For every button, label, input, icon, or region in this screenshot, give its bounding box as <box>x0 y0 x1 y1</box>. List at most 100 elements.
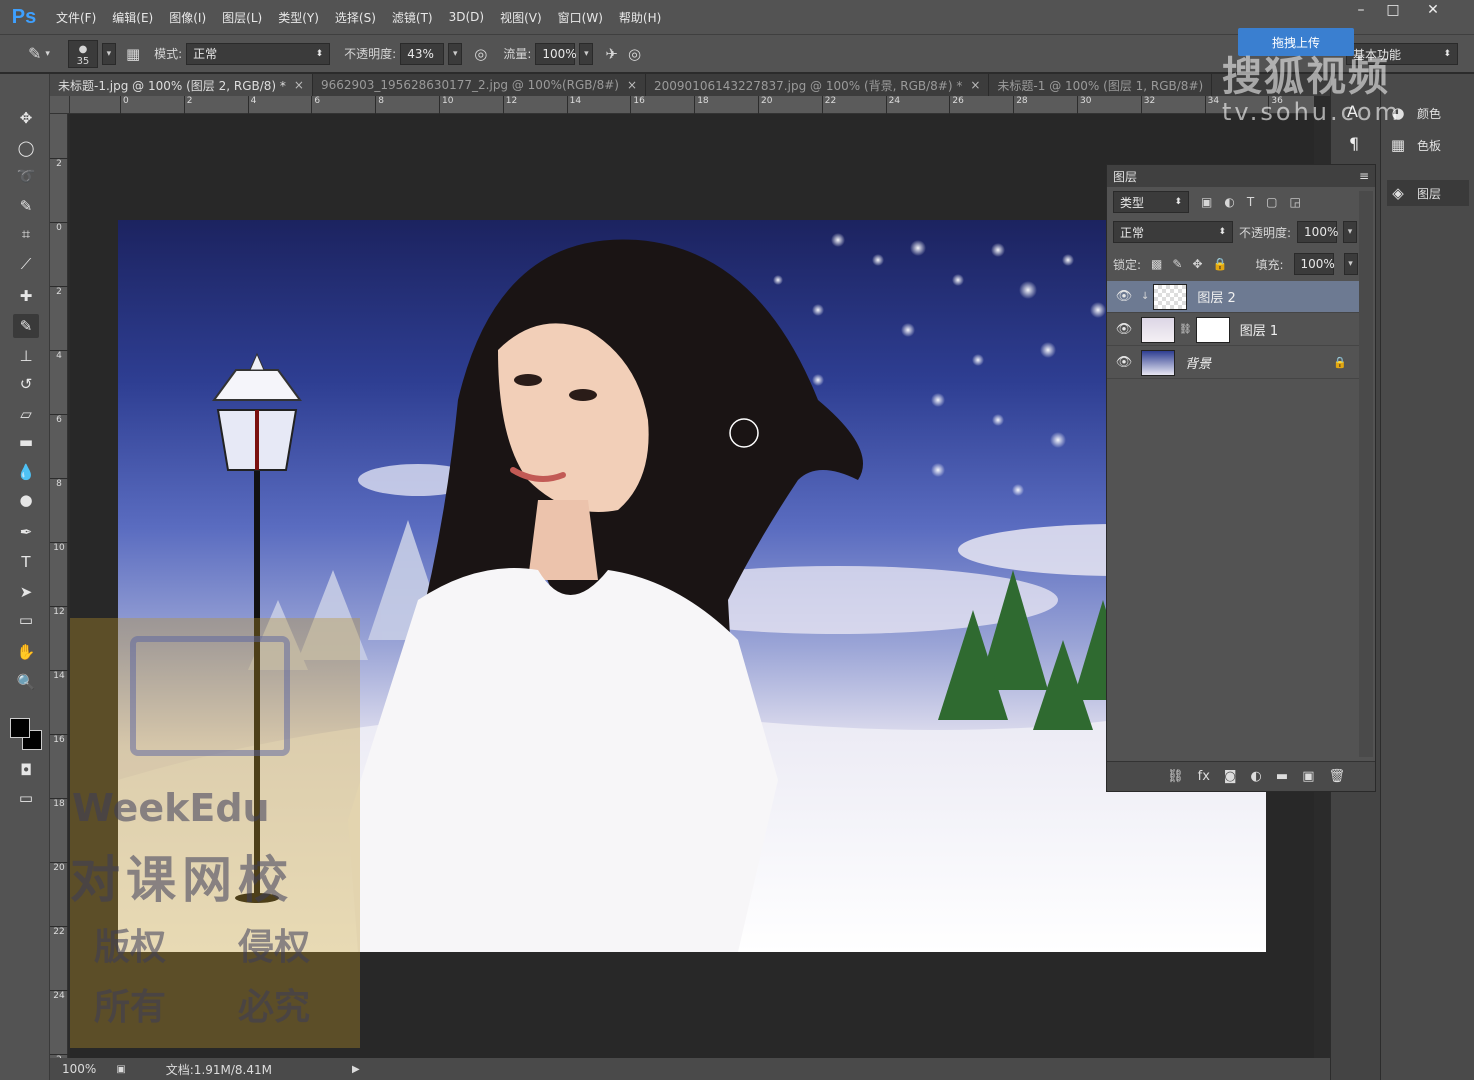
path-select-tool[interactable]: ➤ <box>13 580 39 604</box>
layer-row-layer1[interactable]: 👁 ⛓ 图层 1 <box>1107 314 1359 346</box>
menu-type[interactable]: 类型(Y) <box>270 9 327 26</box>
add-mask-icon[interactable]: ◙ <box>1224 769 1237 784</box>
ruler-origin[interactable] <box>50 96 70 114</box>
lock-position-icon[interactable]: ✥ <box>1192 257 1202 271</box>
horizontal-ruler[interactable]: 0 2 4 6 8 10 12 14 16 18 20 22 24 26 28 30 32 34 36 <box>70 96 1314 114</box>
layer-fill-dropdown[interactable]: ▾ <box>1343 253 1358 275</box>
pressure-size-toggle[interactable]: ◎ <box>628 45 641 63</box>
close-tab-icon[interactable]: × <box>627 78 637 92</box>
layer-name[interactable]: 图层 1 <box>1240 320 1278 339</box>
new-group-icon[interactable]: ▬ <box>1276 769 1288 784</box>
menu-select[interactable]: 选择(S) <box>327 9 384 26</box>
ruler-tick-label: 2 <box>50 286 68 297</box>
paragraph-panel-icon[interactable]: ¶ <box>1349 134 1359 153</box>
marquee-tool[interactable]: ◯ <box>13 136 39 160</box>
healing-tool[interactable]: ✚ <box>13 284 39 308</box>
delete-layer-icon[interactable]: 🗑 <box>1328 769 1345 784</box>
lock-pixels-icon[interactable]: ✎ <box>1172 257 1182 271</box>
menu-filter[interactable]: 滤镜(T) <box>384 9 441 26</box>
vertical-ruler[interactable]: 20246810121416182022242 <box>50 114 68 1065</box>
type-tool[interactable]: T <box>13 550 39 574</box>
close-button[interactable]: ✕ <box>1418 2 1448 22</box>
layer-fill-input[interactable]: 100% <box>1293 253 1335 275</box>
stamp-tool[interactable]: ⊥ <box>13 344 39 368</box>
visibility-eye-icon[interactable]: 👁 <box>1107 322 1141 337</box>
layer-opacity-input[interactable]: 100% <box>1297 221 1338 243</box>
tab-document-2[interactable]: 9662903_195628630177_2.jpg @ 100%(RGB/8#… <box>313 74 647 96</box>
foreground-color-swatch[interactable] <box>10 718 30 738</box>
maximize-button[interactable]: □ <box>1378 2 1408 22</box>
status-menu-arrow[interactable]: ▶ <box>352 1064 360 1075</box>
tab-document-4[interactable]: 未标题-1 @ 100% (图层 1, RGB/8#) <box>989 74 1213 96</box>
filter-type-icon[interactable]: T <box>1247 195 1254 209</box>
mask-link-icon[interactable]: ⛓ <box>1179 324 1192 335</box>
menu-edit[interactable]: 编辑(E) <box>104 9 161 26</box>
brush-size-box[interactable]: ● 35 ▾ <box>67 39 116 68</box>
menu-window[interactable]: 窗口(W) <box>550 9 611 26</box>
gradient-tool[interactable]: ▬ <box>13 430 39 454</box>
menu-layer[interactable]: 图层(L) <box>214 9 270 26</box>
zoom-tool[interactable]: 🔍 <box>13 670 39 694</box>
layers-panel-title[interactable]: 图层 <box>1113 168 1137 185</box>
link-layers-icon[interactable]: ⛓ <box>1167 769 1184 784</box>
layer-filter-select[interactable]: 类型 ⬍ <box>1113 191 1189 213</box>
visibility-eye-icon[interactable]: 👁 <box>1107 355 1141 370</box>
filter-adjustment-icon[interactable]: ◐ <box>1224 195 1234 209</box>
layer-opacity-dropdown[interactable]: ▾ <box>1343 221 1358 243</box>
menu-file[interactable]: 文件(F) <box>48 9 104 26</box>
menu-image[interactable]: 图像(I) <box>161 9 214 26</box>
shape-tool[interactable]: ▭ <box>13 608 39 632</box>
blend-mode-select[interactable]: 正常 ⬍ <box>1113 221 1233 243</box>
brush-preset-picker[interactable]: ✎ ▾ <box>28 44 50 63</box>
filter-image-icon[interactable]: ▣ <box>1201 195 1212 209</box>
layers-scrollbar[interactable] <box>1359 191 1373 757</box>
minimize-button[interactable]: – <box>1346 2 1376 22</box>
add-style-icon[interactable]: fx <box>1198 769 1210 784</box>
swatches-panel-tab[interactable]: ▦ 色板 <box>1387 136 1441 154</box>
lock-all-icon[interactable]: 🔒 <box>1213 257 1228 271</box>
layer-name[interactable]: 图层 2 <box>1197 287 1235 306</box>
menu-view[interactable]: 视图(V) <box>492 9 550 26</box>
hand-tool[interactable]: ✋ <box>13 640 39 664</box>
pen-tool[interactable]: ✒ <box>13 520 39 544</box>
quick-mask-toggle[interactable]: ◘ <box>13 758 39 782</box>
flow-input[interactable]: 100% <box>535 42 577 65</box>
menu-help[interactable]: 帮助(H) <box>611 9 669 26</box>
layers-panel-tab[interactable]: ◈ 图层 <box>1387 180 1469 206</box>
lasso-tool[interactable]: ➰ <box>13 164 39 188</box>
layer-name[interactable]: 背景 <box>1185 353 1211 372</box>
menu-3d[interactable]: 3D(D) <box>441 10 492 24</box>
tab-document-3[interactable]: 20090106143227837.jpg @ 100% (背景, RGB/8#… <box>646 74 990 96</box>
tab-document-1[interactable]: 未标题-1.jpg @ 100% (图层 2, RGB/8) * × <box>50 74 313 96</box>
opacity-dropdown[interactable]: ▾ <box>448 42 463 65</box>
lock-transparency-icon[interactable]: ▩ <box>1151 257 1162 271</box>
screen-mode-toggle[interactable]: ▭ <box>13 786 39 810</box>
mode-select[interactable]: 正常 ⬍ <box>186 42 331 65</box>
history-brush-tool[interactable]: ↺ <box>13 372 39 396</box>
layer-row-background[interactable]: 👁 背景 🔒 <box>1107 347 1359 379</box>
blur-tool[interactable]: 💧 <box>13 460 39 484</box>
layer-row-layer2[interactable]: 👁 ↓ 图层 2 <box>1107 281 1359 313</box>
quick-select-tool[interactable]: ✎ <box>13 194 39 218</box>
visibility-eye-icon[interactable]: 👁 <box>1107 289 1141 304</box>
filter-shape-icon[interactable]: ▢ <box>1266 195 1277 209</box>
new-adjustment-icon[interactable]: ◐ <box>1251 769 1262 784</box>
flow-dropdown[interactable]: ▾ <box>579 42 594 65</box>
dodge-tool[interactable]: ● <box>13 488 39 512</box>
brush-size-dropdown[interactable]: ▾ <box>101 42 116 65</box>
zoom-level[interactable]: 100% <box>62 1062 96 1076</box>
new-layer-icon[interactable]: ▣ <box>1302 769 1314 784</box>
brush-panel-toggle[interactable]: ▦ <box>126 45 140 63</box>
panel-menu-icon[interactable]: ≡ <box>1359 169 1369 183</box>
close-tab-icon[interactable]: × <box>294 78 304 92</box>
brush-tool[interactable]: ✎ <box>13 314 39 338</box>
move-tool[interactable]: ✥ <box>13 106 39 130</box>
airbrush-toggle[interactable]: ✈ <box>605 45 618 63</box>
filter-smart-object-icon[interactable]: ◲ <box>1290 195 1301 209</box>
pressure-opacity-toggle[interactable]: ◎ <box>474 45 487 63</box>
crop-tool[interactable]: ⌗ <box>13 222 39 246</box>
eraser-tool[interactable]: ▱ <box>13 402 39 426</box>
close-tab-icon[interactable]: × <box>970 78 980 92</box>
eyedropper-tool[interactable]: ⟋ <box>13 252 39 276</box>
opacity-input[interactable]: 43% <box>400 42 445 65</box>
